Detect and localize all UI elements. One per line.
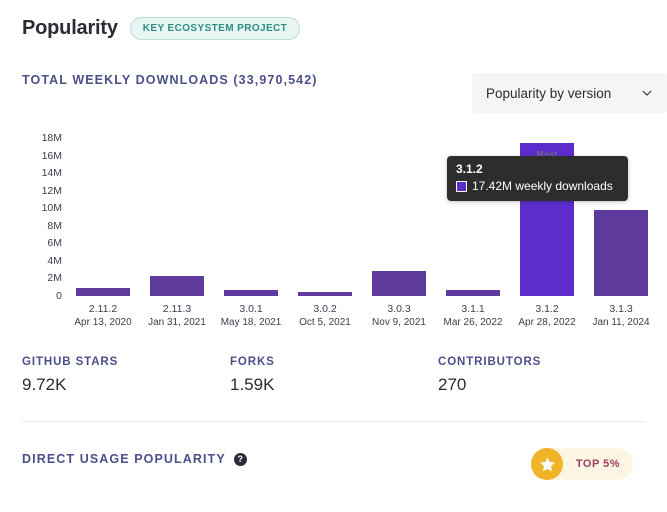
popularity-panel: Popularity KEY ECOSYSTEM PROJECT TOTAL W… — [0, 0, 667, 512]
star-icon — [539, 456, 555, 471]
x-axis-date: Mar 26, 2022 — [443, 317, 503, 328]
y-axis-tick: 12M — [41, 184, 62, 197]
x-axis-version: 3.1.3 — [609, 303, 633, 315]
tooltip-value-text: 17.42M weekly downloads — [472, 179, 613, 193]
x-axis-date: May 18, 2021 — [220, 317, 282, 328]
bar-slot — [288, 138, 362, 296]
total-weekly-downloads-label: TOTAL WEEKLY DOWNLOADS (33,970,542) — [22, 73, 318, 87]
x-axis-tick: 3.1.1 Mar 26, 2022 — [436, 302, 510, 330]
stat-item: FORKS 1.59K — [230, 356, 438, 395]
dropdown-selected-value: Popularity by version — [486, 85, 612, 101]
chart-x-axis: 2.11.2 Apr 13, 2020 2.11.3 Jan 31, 2021 3.0.… — [66, 302, 658, 336]
stat-value: 9.72K — [22, 375, 67, 394]
y-axis-tick: 16M — [41, 149, 62, 162]
stat-value: 1.59K — [230, 375, 275, 394]
popularity-view-dropdown[interactable]: Popularity by version — [472, 73, 667, 113]
tooltip-version: 3.1.2 — [456, 162, 483, 176]
stat-value: 270 — [438, 375, 467, 394]
direct-usage-popularity-label: DIRECT USAGE POPULARITY — [22, 452, 226, 466]
top-percent-text: TOP 5% — [575, 458, 621, 470]
chart-bar[interactable] — [150, 275, 204, 296]
chart-bar[interactable] — [76, 288, 130, 296]
tooltip-color-swatch — [456, 180, 467, 192]
x-axis-tick: 3.0.3 Nov 9, 2021 — [362, 302, 436, 330]
bar-slot — [362, 138, 436, 296]
x-axis-version: 3.1.2 — [535, 303, 559, 315]
section-divider — [22, 421, 646, 422]
x-axis-version: 3.0.3 — [387, 303, 411, 315]
x-axis-version: 3.0.2 — [313, 303, 337, 315]
star-badge-circle — [531, 448, 563, 480]
y-axis-tick: 0 — [56, 290, 62, 302]
x-axis-date: Jan 31, 2021 — [148, 317, 206, 328]
stat-label: GITHUB STARS — [22, 356, 119, 368]
bar-slot — [214, 138, 288, 296]
stat-label: FORKS — [230, 356, 275, 368]
tooltip-value-row: 17.42M weekly downloads — [456, 179, 619, 193]
x-axis-version: 2.11.3 — [162, 303, 192, 315]
stat-item: CONTRIBUTORS 270 — [438, 356, 646, 395]
chart-bar[interactable] — [224, 289, 278, 296]
x-axis-tick: 3.0.1 May 18, 2021 — [214, 302, 288, 330]
y-axis-tick: 10M — [41, 202, 62, 215]
header: Popularity KEY ECOSYSTEM PROJECT — [22, 17, 301, 40]
stat-item: GITHUB STARS 9.72K — [22, 356, 230, 395]
chart-y-axis: 18M 16M 14M 12M 10M 8M 6M 4M 2M 0 — [20, 130, 62, 302]
x-axis-version: 3.0.1 — [239, 303, 263, 315]
bar-slot — [66, 138, 140, 296]
x-axis-tick: 2.11.2 Apr 13, 2020 — [66, 302, 140, 330]
x-axis-version: 3.1.1 — [461, 303, 485, 315]
x-axis-tick: 3.1.3 Jan 11, 2024 — [584, 302, 658, 330]
y-axis-tick: 2M — [47, 272, 62, 285]
key-ecosystem-project-badge: KEY ECOSYSTEM PROJECT — [129, 17, 301, 40]
x-axis-tick: 3.0.2 Oct 5, 2021 — [288, 302, 362, 330]
x-axis-tick: 2.11.3 Jan 31, 2021 — [140, 302, 214, 330]
x-axis-date: Apr 28, 2022 — [518, 317, 576, 328]
top-percent-badge: TOP 5% — [531, 448, 633, 480]
stat-label: CONTRIBUTORS — [438, 356, 542, 368]
x-axis-date: Apr 13, 2020 — [74, 317, 132, 328]
chart-bar[interactable] — [446, 289, 500, 296]
direct-usage-popularity-header: DIRECT USAGE POPULARITY ? — [22, 452, 247, 466]
y-axis-tick: 8M — [47, 219, 62, 232]
chart-tooltip: 3.1.2 17.42M weekly downloads — [447, 156, 628, 201]
x-axis-date: Oct 5, 2021 — [299, 317, 351, 328]
y-axis-tick: 14M — [41, 167, 62, 180]
y-axis-tick: 4M — [47, 254, 62, 267]
x-axis-date: Nov 9, 2021 — [372, 317, 426, 328]
help-circle-icon[interactable]: ? — [233, 452, 247, 466]
chevron-down-icon — [642, 90, 652, 96]
repo-stats: GITHUB STARS 9.72K FORKS 1.59K CONTRIBUTORS 2… — [22, 356, 646, 395]
x-axis-date: Jan 11, 2024 — [592, 317, 650, 328]
bar-slot — [140, 138, 214, 296]
chart-bar[interactable] — [594, 209, 648, 296]
x-axis-version: 2.11.2 — [88, 303, 118, 315]
y-axis-tick: 18M — [41, 132, 62, 144]
y-axis-tick: 6M — [47, 237, 62, 250]
page-title: Popularity — [22, 17, 118, 39]
x-axis-tick: 3.1.2 Apr 28, 2022 — [510, 302, 584, 330]
chart-bar[interactable] — [372, 271, 426, 296]
chart-bar[interactable] — [298, 292, 352, 296]
